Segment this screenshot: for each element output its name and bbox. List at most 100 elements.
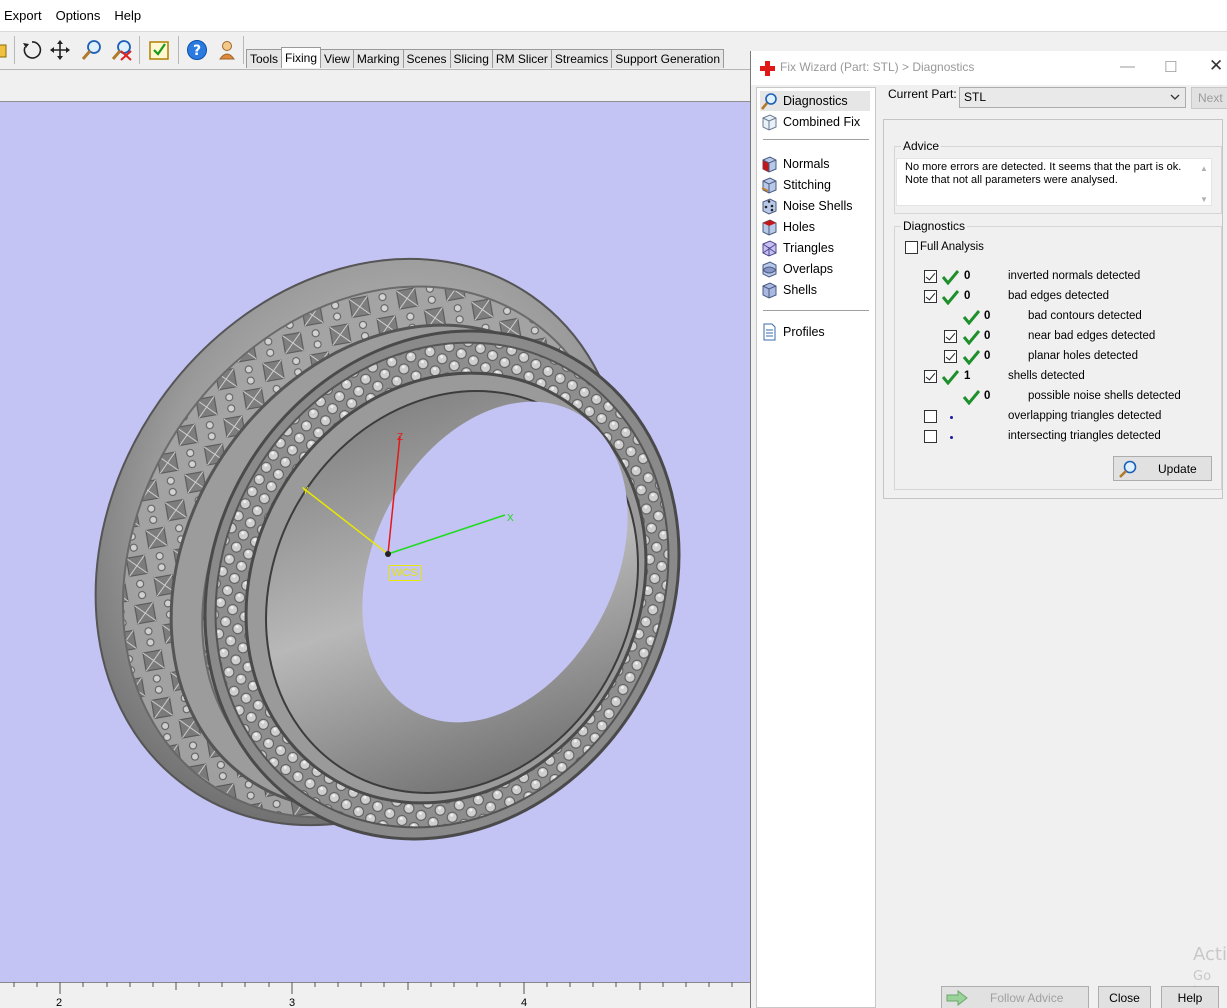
svg-text:?: ? xyxy=(193,43,201,59)
planar-holes-checkbox[interactable] xyxy=(944,350,957,363)
shells-count: 1 xyxy=(964,370,971,382)
tab-fixing[interactable]: Fixing xyxy=(281,47,322,68)
check-ok-icon xyxy=(962,330,980,345)
current-part-select[interactable]: STL xyxy=(959,87,1186,108)
maximize-icon[interactable]: ☐ xyxy=(1164,58,1177,76)
normals-cube-icon xyxy=(762,156,777,173)
triangles-cube-icon xyxy=(762,240,777,257)
nav-separator xyxy=(763,310,869,311)
bad-edges-checkbox[interactable] xyxy=(924,290,937,303)
minimize-icon[interactable]: — xyxy=(1120,58,1135,75)
nav-item-combined-fix[interactable]: Combined Fix xyxy=(760,112,870,132)
nav-item-stitching[interactable]: Stitching xyxy=(760,175,870,195)
figure-icon[interactable] xyxy=(214,36,240,64)
nav-item-profiles[interactable]: Profiles xyxy=(760,322,870,342)
planar-holes-label: planar holes detected xyxy=(1028,350,1138,362)
near-bad-edges-count: 0 xyxy=(984,330,991,342)
full-analysis-label: Full Analysis xyxy=(920,241,984,253)
menu-bar: Export Options Help xyxy=(0,0,1227,32)
overlapping-triangles-label: overlapping triangles detected xyxy=(1008,410,1162,422)
rotate-icon[interactable] xyxy=(19,36,45,64)
menu-help[interactable]: Help xyxy=(114,8,141,23)
ribbon-tabs: Tools Fixing View Marking Scenes Slicing… xyxy=(246,47,725,68)
check-ok-icon xyxy=(962,350,980,365)
tab-view[interactable]: View xyxy=(320,49,354,68)
near-bad-edges-checkbox[interactable] xyxy=(944,330,957,343)
axis-x-label: X xyxy=(507,513,514,524)
dialog-title: Fix Wizard (Part: STL) > Diagnostics xyxy=(780,60,975,74)
zoom-cancel-icon[interactable] xyxy=(109,36,135,64)
near-bad-edges-label: near bad edges detected xyxy=(1028,330,1156,342)
close-icon[interactable]: ✕ xyxy=(1209,56,1223,76)
dialog-titlebar[interactable]: Fix Wizard (Part: STL) > Diagnostics — ☐… xyxy=(751,51,1227,85)
activation-watermark: Acti xyxy=(1193,944,1227,965)
pending-dot-icon xyxy=(950,436,953,439)
nav-item-normals[interactable]: Normals xyxy=(760,154,870,174)
red-cross-icon xyxy=(760,61,775,76)
zoom-icon[interactable] xyxy=(79,36,105,64)
next-button[interactable]: Next xyxy=(1191,87,1227,109)
overlapping-triangles-checkbox[interactable] xyxy=(924,410,937,423)
ribbon-content xyxy=(0,70,750,102)
ruler: 2 3 4 xyxy=(0,982,750,1008)
help-button[interactable]: Help xyxy=(1161,986,1219,1008)
advice-text-box: No more errors are detected. It seems th… xyxy=(896,158,1212,206)
nav-item-holes[interactable]: Holes xyxy=(760,217,870,237)
tab-marking[interactable]: Marking xyxy=(352,49,404,68)
shells-cube-icon xyxy=(762,282,777,299)
bad-contours-count: 0 xyxy=(984,310,991,322)
planar-holes-count: 0 xyxy=(984,350,991,362)
bad-edges-label: bad edges detected xyxy=(1008,290,1110,302)
check-ok-icon xyxy=(962,310,980,325)
bad-edges-count: 0 xyxy=(964,290,971,302)
close-button[interactable]: Close xyxy=(1098,986,1151,1008)
wizard-nav: Diagnostics Combined Fix Normals Stitchi… xyxy=(756,87,876,1008)
3d-viewport[interactable]: Z Y X WCS xyxy=(0,102,750,982)
check-ok-icon xyxy=(941,370,959,385)
checklist-icon[interactable] xyxy=(146,36,172,64)
current-part-value: STL xyxy=(964,90,987,104)
toolbar-separator xyxy=(139,36,140,64)
noise-shells-count: 0 xyxy=(984,390,991,402)
check-ok-icon xyxy=(941,270,959,285)
toolbar-separator xyxy=(178,36,179,64)
fix-wizard-dialog: Fix Wizard (Part: STL) > Diagnostics — ☐… xyxy=(750,51,1227,1008)
noise-shells-label: possible noise shells detected xyxy=(1028,390,1181,402)
overlaps-cube-icon xyxy=(762,261,777,278)
tab-rm-slicer[interactable]: RM Slicer xyxy=(491,49,552,68)
ruler-label: 4 xyxy=(521,997,528,1008)
shells-label: shells detected xyxy=(1008,370,1085,382)
inverted-normals-checkbox[interactable] xyxy=(924,270,937,283)
nav-item-diagnostics[interactable]: Diagnostics xyxy=(760,91,870,111)
menu-options[interactable]: Options xyxy=(56,8,101,23)
nav-item-overlaps[interactable]: Overlaps xyxy=(760,259,870,279)
update-button[interactable]: Update xyxy=(1113,456,1212,481)
axis-z-label: Z xyxy=(397,432,404,443)
wcs-label: WCS xyxy=(389,565,421,581)
intersecting-triangles-label: intersecting triangles detected xyxy=(1008,430,1161,442)
tab-streamics[interactable]: Streamics xyxy=(550,49,613,68)
menu-export[interactable]: Export xyxy=(4,8,42,23)
axis-y-label: Y xyxy=(302,486,309,497)
bad-contours-label: bad contours detected xyxy=(1028,310,1142,322)
tab-slicing[interactable]: Slicing xyxy=(449,49,493,68)
advice-scrollbar[interactable]: ▲ ▼ xyxy=(1197,159,1211,205)
cube-icon xyxy=(762,114,777,131)
nav-item-shells[interactable]: Shells xyxy=(760,280,870,300)
nav-item-noise-shells[interactable]: Noise Shells xyxy=(760,196,870,216)
check-ok-icon xyxy=(962,390,980,405)
follow-advice-button[interactable]: Follow Advice xyxy=(941,986,1089,1008)
partial-tool-icon[interactable] xyxy=(0,36,12,64)
pan-icon[interactable] xyxy=(47,36,73,64)
intersecting-triangles-checkbox[interactable] xyxy=(924,430,937,443)
toolbar-separator xyxy=(14,36,15,64)
tab-support-generation[interactable]: Support Generation xyxy=(611,49,725,68)
help-icon[interactable]: ? xyxy=(184,36,210,64)
tab-scenes[interactable]: Scenes xyxy=(402,49,451,68)
nav-item-triangles[interactable]: Triangles xyxy=(760,238,870,258)
shells-checkbox[interactable] xyxy=(924,370,937,383)
advice-line-2: Note that not all parameters were analys… xyxy=(905,174,1118,186)
nav-separator xyxy=(763,139,869,140)
full-analysis-checkbox[interactable] xyxy=(905,241,918,254)
tab-tools[interactable]: Tools xyxy=(246,49,283,68)
